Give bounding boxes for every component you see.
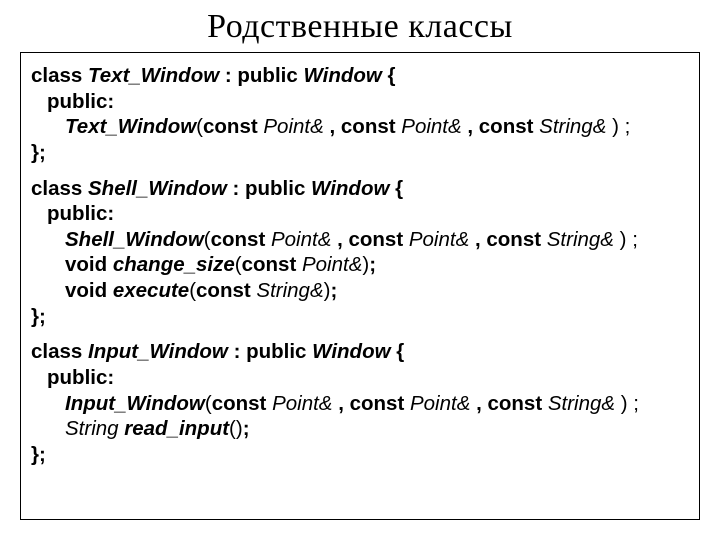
close-brace: };: [31, 442, 689, 468]
code-token: ) ;: [621, 392, 639, 415]
class-block-text-window: class Text_Window : public Window { publ…: [31, 63, 689, 166]
class-name: Shell_Window: [88, 177, 227, 200]
code-token: String&: [256, 279, 323, 302]
code-token: (: [205, 392, 212, 415]
base-name: Window: [303, 64, 381, 87]
code-token: const: [479, 115, 539, 138]
method-line: void execute(const String&);: [31, 278, 689, 304]
code-token: void: [65, 279, 113, 302]
colon-public: : public: [228, 340, 312, 363]
class-decl: class Text_Window : public Window {: [31, 63, 689, 89]
code-token: (: [204, 228, 211, 251]
code-token: Text_Window: [65, 115, 196, 138]
code-token: const: [211, 228, 271, 251]
slide: Родственные классы class Text_Window : p…: [0, 0, 720, 540]
ctor-line: Shell_Window(const Point& , const Point&…: [31, 227, 689, 253]
base-name: Window: [311, 177, 389, 200]
close-brace: };: [31, 304, 689, 330]
code-token: void: [65, 253, 113, 276]
code-token: String: [65, 417, 124, 440]
code-token: Point&: [401, 115, 467, 138]
code-token: ;: [243, 417, 250, 440]
code-token: String&: [548, 392, 621, 415]
colon-public: : public: [219, 64, 303, 87]
code-token: ,: [475, 228, 486, 251]
code-token: const: [341, 115, 401, 138]
code-token: ,: [467, 115, 478, 138]
code-token: const: [348, 228, 408, 251]
method-line: void change_size(const Point&);: [31, 252, 689, 278]
code-token: Point&: [271, 228, 337, 251]
code-token: execute: [113, 279, 189, 302]
keyword-class: class: [31, 340, 88, 363]
public-label: public:: [31, 365, 689, 391]
code-token: const: [196, 279, 256, 302]
colon-public: : public: [227, 177, 311, 200]
open-brace: {: [389, 177, 403, 200]
code-token: (: [235, 253, 242, 276]
ctor-line: Text_Window(const Point& , const Point& …: [31, 114, 689, 140]
code-token: String&: [547, 228, 620, 251]
code-token: Point&: [263, 115, 329, 138]
code-token: read_input: [124, 417, 229, 440]
code-token: Point&: [409, 228, 475, 251]
class-block-input-window: class Input_Window : public Window { pub…: [31, 339, 689, 467]
code-token: ,: [329, 115, 340, 138]
class-name: Input_Window: [88, 340, 228, 363]
code-token: ,: [338, 392, 349, 415]
code-token: change_size: [113, 253, 235, 276]
base-name: Window: [312, 340, 390, 363]
code-token: const: [242, 253, 302, 276]
code-token: ,: [476, 392, 487, 415]
open-brace: {: [391, 340, 405, 363]
method-line: String read_input();: [31, 416, 689, 442]
open-brace: {: [382, 64, 396, 87]
code-token: Shell_Window: [65, 228, 204, 251]
code-token: Point&: [410, 392, 476, 415]
code-token: const: [486, 228, 546, 251]
public-label: public:: [31, 89, 689, 115]
public-label: public:: [31, 201, 689, 227]
class-decl: class Input_Window : public Window {: [31, 339, 689, 365]
code-token: String&: [539, 115, 612, 138]
class-name: Text_Window: [88, 64, 219, 87]
page-title: Родственные классы: [20, 8, 700, 46]
class-decl: class Shell_Window : public Window {: [31, 176, 689, 202]
code-token: (: [189, 279, 196, 302]
ctor-line: Input_Window(const Point& , const Point&…: [31, 391, 689, 417]
code-token: const: [487, 392, 547, 415]
code-token: Point&: [302, 253, 362, 276]
code-token: (): [229, 417, 243, 440]
code-token: ) ;: [612, 115, 630, 138]
code-token: Point&: [272, 392, 338, 415]
code-token: (: [196, 115, 203, 138]
code-token: Input_Window: [65, 392, 205, 415]
code-token: ;: [369, 253, 376, 276]
code-token: ) ;: [620, 228, 638, 251]
code-token: ;: [330, 279, 337, 302]
keyword-class: class: [31, 64, 88, 87]
close-brace: };: [31, 140, 689, 166]
keyword-class: class: [31, 177, 88, 200]
code-box: class Text_Window : public Window { publ…: [20, 52, 700, 520]
code-token: ,: [337, 228, 348, 251]
code-token: const: [203, 115, 263, 138]
code-token: const: [212, 392, 272, 415]
code-token: const: [350, 392, 410, 415]
class-block-shell-window: class Shell_Window : public Window { pub…: [31, 176, 689, 330]
